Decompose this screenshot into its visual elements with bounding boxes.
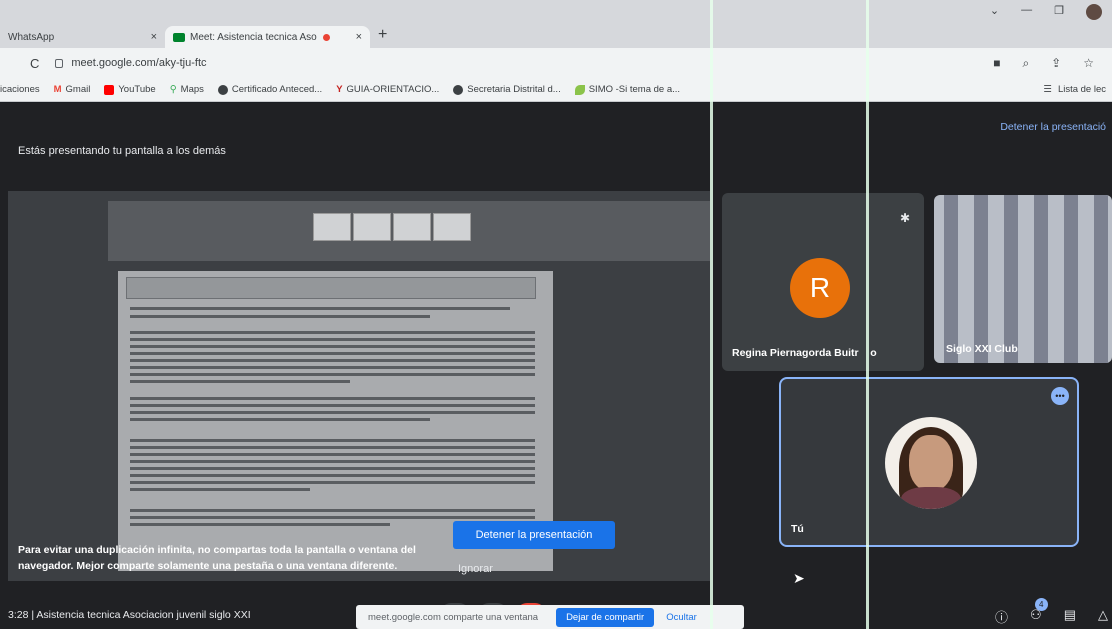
url-field[interactable]: meet.google.com/aky-tju-ftc (55, 57, 207, 69)
participant-name: Regina Piernagorda Buitr__o (732, 347, 877, 359)
bookmarks-bar: icaciones M Gmail YouTube ⚲ Maps Certifi… (0, 78, 1112, 102)
screen-glare (710, 0, 713, 629)
bookmark-secretaria[interactable]: Secretaria Distrital d... (453, 84, 561, 95)
presenting-notice: Estás presentando tu pantalla a los demá… (18, 145, 226, 157)
recording-icon (322, 33, 330, 41)
browser-tab-strip: WhatsApp × Meet: Asistencia tecnica Aso … (0, 0, 1112, 48)
more-options-button[interactable]: ••• (1051, 387, 1069, 405)
window-controls: ⌄ — ❐ (990, 4, 1102, 20)
info-icon[interactable]: ⓘ (995, 607, 1008, 626)
bookmark-apps[interactable]: icaciones (0, 84, 40, 95)
stop-sharing-button[interactable]: Dejar de compartir (556, 607, 655, 627)
self-video (885, 417, 977, 509)
tab-meet[interactable]: Meet: Asistencia tecnica Aso × (165, 26, 370, 48)
share-icon[interactable]: ⇪ (1051, 56, 1061, 71)
bookmark-youtube[interactable]: YouTube (104, 84, 156, 95)
address-bar: C meet.google.com/aky-tju-ftc ■ ⌕ ⇪ ☆ (0, 48, 1112, 78)
new-tab-button[interactable]: + (378, 26, 387, 44)
bookmark-simo[interactable]: SIMO -Si tema de a... (574, 84, 680, 95)
bookmark-guia[interactable]: Y GUIA-ORIENTACIO... (336, 84, 439, 95)
meet-stage: Detener la presentació Estás presentando… (0, 103, 1112, 629)
reading-list-icon: ☰ (1043, 84, 1052, 95)
people-count-badge: 4 (1034, 598, 1048, 611)
profile-avatar[interactable] (1086, 4, 1102, 20)
meet-side-actions: ⓘ ⚇ 4 ▤ △ (995, 598, 1108, 626)
meeting-info: 3:28 | Asistencia tecnica Asociacion juv… (8, 609, 251, 621)
star-icon[interactable]: ☆ (1083, 56, 1094, 71)
avatar: R (790, 258, 850, 318)
participant-tile-club[interactable]: Siglo XXI Club (934, 195, 1112, 363)
youtube-icon (104, 84, 115, 95)
participant-name: Tú (791, 523, 804, 535)
address-bar-icons: ■ ⌕ ⇪ ☆ (993, 56, 1094, 71)
document-ribbon (108, 201, 710, 261)
globe-icon (217, 84, 228, 95)
stop-presenting-button[interactable]: Detener la presentación (453, 521, 615, 549)
ignore-button[interactable]: Ignorar (458, 563, 493, 575)
zoom-icon[interactable]: ⌕ (1022, 56, 1029, 71)
reading-list[interactable]: ☰ Lista de lec (1043, 84, 1106, 95)
meet-control-bar: 3:28 | Asistencia tecnica Asociacion juv… (0, 598, 1112, 629)
maps-icon: ⚲ (169, 84, 177, 95)
tab-label: Meet: Asistencia tecnica Aso (190, 31, 317, 43)
leaf-icon (574, 84, 585, 95)
bookmark-gmail[interactable]: M Gmail (54, 84, 91, 95)
activities-icon[interactable]: △ (1098, 607, 1108, 626)
participant-name: Siglo XXI Club (946, 343, 1018, 355)
chevron-down-icon[interactable]: ⌄ (990, 4, 999, 20)
gmail-icon: M (53, 84, 62, 95)
tab-label: WhatsApp (8, 31, 55, 43)
camera-icon[interactable]: ■ (993, 56, 1000, 71)
people-button[interactable]: ⚇ 4 (1030, 598, 1048, 626)
chat-icon[interactable]: ▤ (1064, 607, 1076, 626)
hide-notification-button[interactable]: Ocultar (666, 612, 697, 623)
bookmark-maps[interactable]: ⚲ Maps (170, 84, 204, 95)
reload-icon[interactable]: C (30, 56, 39, 71)
stop-presenting-link[interactable]: Detener la presentació (1000, 121, 1106, 133)
duplication-warning: Para evitar una duplicación infinita, no… (18, 544, 416, 572)
mouse-cursor-icon: ➤ (793, 570, 805, 586)
meet-icon (173, 32, 185, 42)
participant-tile-regina[interactable]: ✱ R Regina Piernagorda Buitr__o (722, 193, 924, 371)
bookmark-icon: Y (336, 84, 343, 95)
close-tab-icon[interactable]: × (356, 31, 362, 43)
minimize-icon[interactable]: — (1021, 4, 1032, 20)
lock-icon (55, 58, 64, 68)
globe-icon (453, 84, 464, 95)
close-tab-icon[interactable]: × (151, 31, 157, 43)
participant-tile-self[interactable]: ••• Tú (779, 377, 1079, 547)
maximize-icon[interactable]: ❐ (1054, 4, 1064, 20)
url-text: meet.google.com/aky-tju-ftc (71, 57, 207, 69)
screen-glare (866, 0, 869, 629)
screen-share-notification: meet.google.com comparte una ventana Dej… (356, 605, 744, 629)
tab-whatsapp[interactable]: WhatsApp × (0, 26, 165, 48)
bookmark-certificado[interactable]: Certificado Anteced... (217, 84, 322, 95)
mic-off-icon: ✱ (900, 211, 911, 225)
